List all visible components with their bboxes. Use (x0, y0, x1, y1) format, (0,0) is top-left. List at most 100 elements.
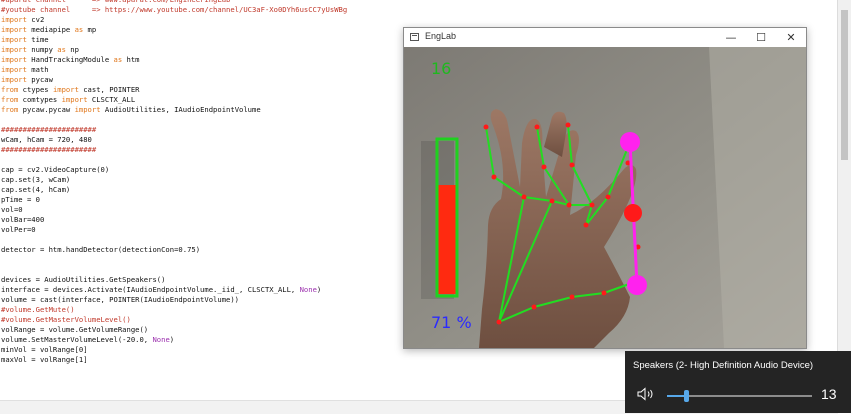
code-token: maxVol = volRange[1] (1, 355, 88, 364)
code-line[interactable]: pTime = 0 (1, 195, 40, 205)
code-token: mp (83, 25, 97, 34)
code-token: cv2 (26, 15, 45, 24)
code-token: AudioUtilities, IAudioEndpointVolume (100, 105, 261, 114)
code-token: volume = cast(interface, POINTER(IAudioE… (1, 295, 239, 304)
code-token: import (74, 105, 101, 114)
code-token: math (26, 65, 49, 74)
index-fingertip-marker (620, 132, 640, 152)
code-token: cap = cv2.VideoCapture(0) (1, 165, 110, 174)
code-line[interactable]: import pycaw (1, 75, 53, 85)
code-token: numpy (26, 45, 58, 54)
code-token: cap.set(3, wCam) (1, 175, 71, 184)
code-token: #youtube channel => https://www.youtube.… (1, 5, 348, 14)
code-line[interactable]: ###################### (1, 125, 96, 135)
volume-bar-fill (437, 185, 457, 294)
minimize-button[interactable]: — (716, 28, 746, 47)
code-token: from (1, 95, 19, 104)
code-line[interactable]: import math (1, 65, 49, 75)
code-line[interactable]: detector = htm.handDetector(detectionCon… (1, 245, 200, 255)
code-token: np (65, 45, 79, 54)
code-line[interactable]: vol=0 (1, 205, 23, 215)
volume-level: 13 (821, 386, 837, 402)
pinch-center-marker (624, 204, 642, 222)
code-line[interactable]: import time (1, 35, 49, 45)
maximize-button[interactable]: ☐ (746, 28, 776, 47)
code-line[interactable]: import mediapipe as mp (1, 25, 96, 35)
thumb-tip-marker (627, 275, 647, 295)
code-line[interactable]: devices = AudioUtilities.GetSpeakers() (1, 275, 165, 285)
code-line[interactable]: maxVol = volRange[1] (1, 355, 88, 365)
code-line[interactable]: volume.SetMasterVolumeLevel(-20.0, None) (1, 335, 174, 345)
code-line[interactable]: #volume.GetMasterVolumeLevel() (1, 315, 131, 325)
code-token: wCam, hCam = 720, 480 (1, 135, 92, 144)
volume-slider-thumb[interactable] (683, 390, 689, 402)
code-line[interactable]: wCam, hCam = 720, 480 (1, 135, 92, 145)
code-token: import (1, 65, 27, 74)
code-line[interactable]: volRange = volume.GetVolumeRange() (1, 325, 148, 335)
code-token: import (1, 55, 27, 64)
code-line[interactable]: minVol = volRange[0] (1, 345, 88, 355)
code-line[interactable]: volPer=0 (1, 225, 36, 235)
code-token: cap.set(4, hCam) (1, 185, 71, 194)
code-token: detector = htm.handDetector(detectionCon… (1, 245, 201, 254)
code-token: from (1, 85, 19, 94)
code-token: CLSCTX_ALL (87, 95, 136, 104)
code-line[interactable]: import HandTrackingModule as htm (1, 55, 139, 65)
code-token: import (1, 75, 27, 84)
skeleton-joint (601, 290, 607, 296)
code-token: pycaw.pycaw (18, 105, 75, 114)
code-line[interactable]: volBar=400 (1, 215, 44, 225)
code-line[interactable]: import cv2 (1, 15, 44, 25)
code-line[interactable]: cap.set(3, wCam) (1, 175, 70, 185)
code-token: #aparat channel => www.aparat.com/Engine… (1, 0, 230, 4)
speaker-icon[interactable] (637, 387, 657, 401)
code-line[interactable]: from comtypes import CLSCTX_ALL (1, 95, 135, 105)
camera-frame: 16 71 % (404, 47, 806, 348)
close-button[interactable]: ✕ (776, 28, 806, 47)
skeleton-joint (565, 122, 571, 128)
volume-percent: 71 % (431, 313, 472, 332)
code-token: None (152, 335, 170, 344)
code-line[interactable]: from pycaw.pycaw import AudioUtilities, … (1, 105, 261, 115)
code-line[interactable]: interface = devices.Activate(IAudioEndpo… (1, 285, 321, 295)
window-titlebar[interactable]: EngLab — ☐ ✕ (404, 28, 806, 47)
code-token: htm (122, 55, 140, 64)
scrollbar-thumb[interactable] (841, 10, 848, 160)
code-line[interactable]: cap.set(4, hCam) (1, 185, 70, 195)
code-token: comtypes (18, 95, 62, 104)
skeleton-joint (583, 222, 589, 228)
code-token: volume.SetMasterVolumeLevel(-20.0, (1, 335, 153, 344)
code-token: ) (169, 335, 175, 344)
code-token: mediapipe (26, 25, 75, 34)
code-token: #volume.GetMasterVolumeLevel() (1, 315, 131, 324)
volume-flyout[interactable]: Speakers (2- High Definition Audio Devic… (625, 351, 851, 413)
code-token: minVol = volRange[0] (1, 345, 88, 354)
code-line[interactable]: ###################### (1, 145, 96, 155)
code-line[interactable]: cap = cv2.VideoCapture(0) (1, 165, 109, 175)
code-line[interactable]: #volume.GetMute() (1, 305, 75, 315)
code-token: ###################### (1, 145, 97, 154)
code-token: volPer=0 (1, 225, 36, 234)
skeleton-joint (483, 124, 489, 130)
code-token: HandTrackingModule (26, 55, 114, 64)
skeleton-joint (569, 294, 575, 300)
code-line[interactable]: volume = cast(interface, POINTER(IAudioE… (1, 295, 239, 305)
code-token: devices = AudioUtilities.GetSpeakers() (1, 275, 166, 284)
code-line[interactable]: #youtube channel => https://www.youtube.… (1, 5, 347, 15)
code-token: as (113, 55, 123, 64)
code-token: import (1, 25, 27, 34)
window-app-icon (410, 33, 419, 41)
skeleton-joint (496, 319, 502, 325)
audio-device-name: Speakers (2- High Definition Audio Devic… (633, 360, 814, 371)
code-token: pycaw (26, 75, 53, 84)
skeleton-joint (491, 174, 497, 180)
background-light-area (709, 47, 806, 348)
skeleton-joint (541, 164, 547, 170)
code-line[interactable]: from ctypes import cast, POINTER (1, 85, 140, 95)
volume-slider[interactable] (667, 390, 812, 402)
code-token: pTime = 0 (1, 195, 40, 204)
code-token: #volume.GetMute() (1, 305, 75, 314)
camera-window[interactable]: EngLab — ☐ ✕ 16 71 % (403, 27, 807, 349)
code-line[interactable]: import numpy as np (1, 45, 79, 55)
code-token: time (26, 35, 49, 44)
